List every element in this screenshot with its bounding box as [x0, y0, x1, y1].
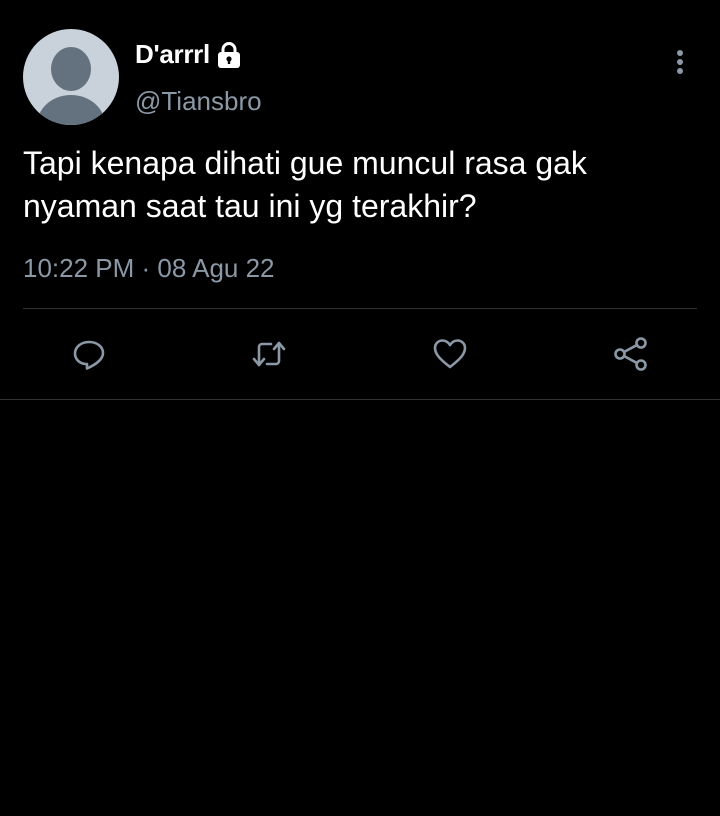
- share-icon: [614, 337, 647, 371]
- tweet: D'arrrl @Tiansbro Tapi kenapa dihati gue…: [0, 0, 720, 400]
- heart-icon: [433, 339, 467, 369]
- more-vertical-icon[interactable]: [668, 48, 692, 78]
- avatar-body: [37, 95, 105, 125]
- share-button[interactable]: [605, 328, 657, 380]
- reply-button[interactable]: [63, 328, 115, 380]
- retweet-icon: [252, 341, 286, 367]
- lock-icon: [216, 41, 242, 69]
- tweet-bottom-divider: [0, 399, 720, 400]
- author-handle[interactable]: @Tiansbro: [135, 86, 262, 117]
- divider: [23, 308, 697, 309]
- tweet-text: Tapi kenapa dihati gue muncul rasa gak n…: [23, 145, 587, 224]
- avatar-head: [51, 47, 91, 91]
- author-name-row: D'arrrl: [135, 39, 242, 70]
- tweet-timestamp[interactable]: 10:22 PM · 08 Agu 22: [23, 253, 275, 284]
- like-button[interactable]: [424, 328, 476, 380]
- reply-icon: [73, 340, 105, 370]
- tweet-action-bar: [0, 328, 720, 380]
- retweet-button[interactable]: [243, 328, 295, 380]
- author-display-name[interactable]: D'arrrl: [135, 39, 210, 70]
- default-avatar-icon[interactable]: [23, 29, 119, 125]
